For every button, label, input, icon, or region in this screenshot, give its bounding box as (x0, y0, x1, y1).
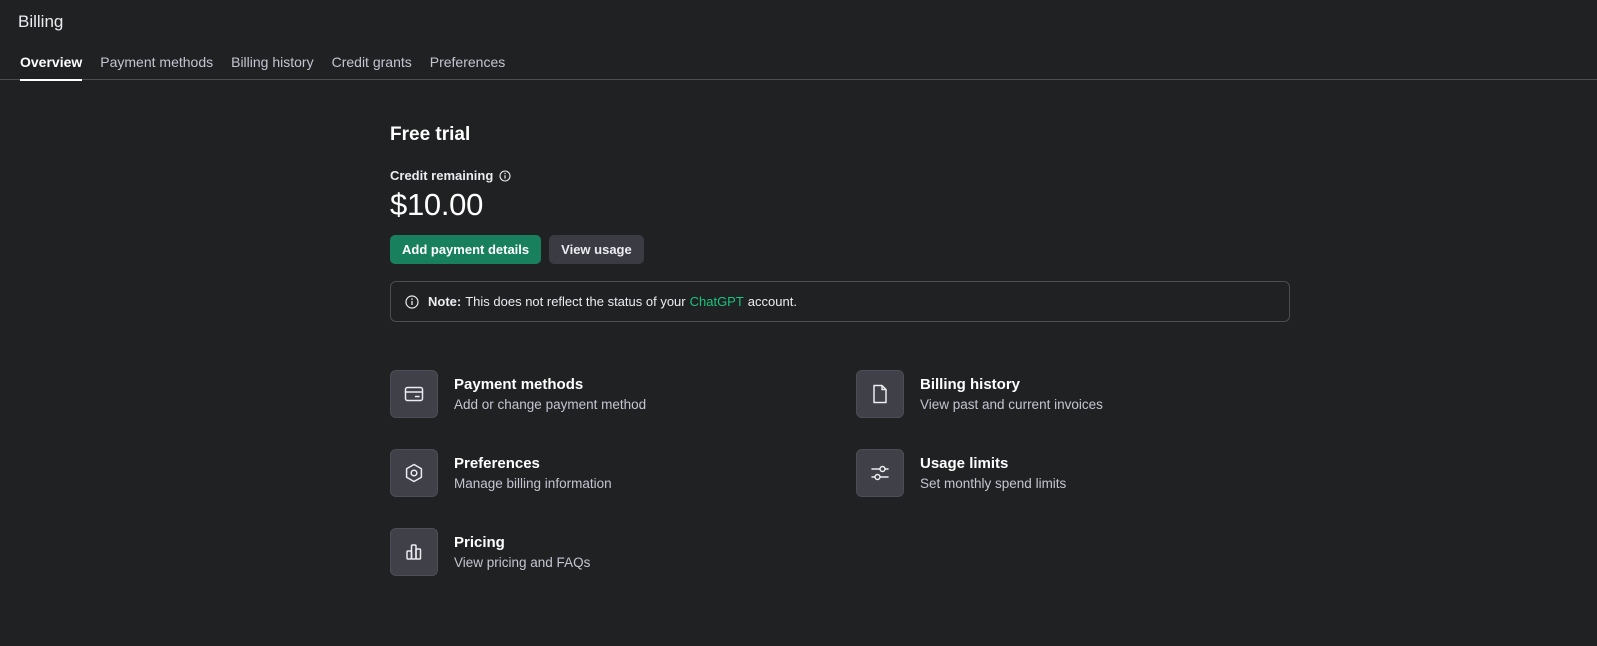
plan-name: Free trial (390, 124, 471, 145)
card-title: Preferences (454, 455, 540, 472)
info-icon (405, 294, 419, 309)
gear-icon (390, 449, 438, 497)
card-usage-limits[interactable]: Usage limits Set monthly spend limits (856, 449, 1290, 497)
credit-card-icon (390, 370, 438, 418)
sliders-icon (856, 449, 904, 497)
billing-page: Billing Overview Payment methods Billing… (0, 0, 1597, 646)
card-desc: View pricing and FAQs (454, 555, 591, 570)
note-text-after: account. (747, 294, 797, 309)
card-title: Payment methods (454, 376, 584, 393)
credit-remaining-label: Credit remaining (390, 168, 1290, 183)
card-preferences[interactable]: Preferences Manage billing information (390, 449, 856, 497)
note-prefix: Note: (428, 294, 462, 309)
billing-tabs: Overview Payment methods Billing history… (0, 52, 1597, 81)
status-note: Note: This does not reflect the status o… (390, 281, 1290, 322)
card-payment-methods[interactable]: Payment methods Add or change payment me… (390, 370, 856, 418)
billing-cards: Payment methods Add or change payment me… (390, 370, 1290, 576)
chatgpt-link[interactable]: ChatGPT (690, 294, 744, 309)
tab-payment-methods[interactable]: Payment methods (100, 54, 213, 79)
credit-amount: $10.00 (390, 187, 484, 222)
bar-chart-icon (390, 528, 438, 576)
page-title: Billing (18, 12, 64, 31)
document-icon (856, 370, 904, 418)
card-title: Pricing (454, 534, 505, 551)
card-desc: Set monthly spend limits (920, 476, 1067, 491)
view-usage-button[interactable]: View usage (549, 235, 644, 264)
card-title: Billing history (920, 376, 1021, 393)
add-payment-details-button[interactable]: Add payment details (390, 235, 542, 264)
card-desc: Manage billing information (454, 476, 612, 491)
card-desc: Add or change payment method (454, 397, 647, 412)
card-desc: View past and current invoices (920, 397, 1103, 412)
card-title: Usage limits (920, 455, 1009, 472)
overview-content: Free trial Credit remaining $10.00 Add p… (390, 124, 1290, 576)
tab-credit-grants[interactable]: Credit grants (332, 54, 412, 79)
card-pricing[interactable]: Pricing View pricing and FAQs (390, 528, 856, 576)
action-buttons: Add payment details View usage (390, 235, 1290, 264)
credit-label-text: Credit remaining (390, 168, 494, 183)
info-icon[interactable] (499, 169, 511, 182)
tab-billing-history[interactable]: Billing history (231, 54, 313, 79)
tab-preferences[interactable]: Preferences (430, 54, 505, 79)
card-billing-history[interactable]: Billing history View past and current in… (856, 370, 1290, 418)
note-text-before: This does not reflect the status of your (465, 294, 686, 309)
tab-overview[interactable]: Overview (20, 54, 83, 81)
